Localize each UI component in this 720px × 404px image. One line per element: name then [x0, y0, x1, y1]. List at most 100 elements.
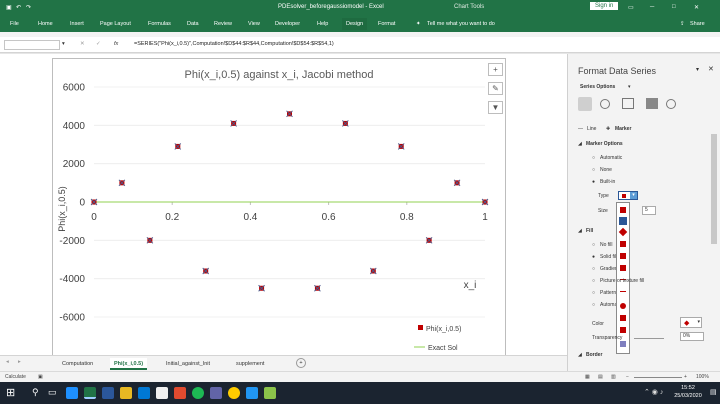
- pane-menu-icon[interactable]: ▾: [696, 66, 699, 73]
- marker-option-none[interactable]: [620, 327, 626, 333]
- marker-tab[interactable]: Marker: [615, 126, 631, 132]
- series-options-icon[interactable]: [646, 98, 658, 109]
- line-tab-icon[interactable]: —: [578, 126, 583, 132]
- chart-icon[interactable]: [666, 99, 676, 109]
- normal-view-icon[interactable]: ▦: [585, 374, 590, 380]
- radio-automatic-fill-label[interactable]: Automatic: [600, 302, 616, 308]
- marker-option-square[interactable]: [620, 207, 626, 213]
- data-point[interactable]: [425, 237, 433, 244]
- macro-record-icon[interactable]: ▣: [38, 374, 43, 380]
- cancel-icon[interactable]: ✕: [80, 41, 85, 47]
- data-point[interactable]: [342, 120, 349, 127]
- edge-icon[interactable]: [66, 387, 78, 399]
- data-point[interactable]: [146, 237, 154, 244]
- chart-plot[interactable]: Phi(x_i,0.5) against x_i, Jacobi method …: [53, 59, 505, 355]
- line-tab[interactable]: Line: [587, 126, 596, 132]
- namebox-dropdown-icon[interactable]: ▾: [62, 41, 65, 47]
- marker-option-plus[interactable]: [620, 315, 626, 321]
- radio-none-icon[interactable]: ○: [592, 167, 595, 173]
- chart-filters-button[interactable]: ▼: [488, 101, 503, 114]
- fill-color-picker[interactable]: ◆ ▾: [680, 317, 702, 328]
- pane-scrollbar[interactable]: [711, 134, 717, 244]
- share-icon[interactable]: ⇪: [680, 21, 685, 27]
- fill-header[interactable]: Fill: [586, 228, 593, 234]
- ribbon-display-icon[interactable]: ▭: [628, 4, 634, 11]
- transparency-stepper[interactable]: 0%: [680, 332, 704, 341]
- close-icon[interactable]: ✕: [694, 4, 699, 11]
- marker-option-short-dash[interactable]: [620, 291, 626, 292]
- size-properties-icon[interactable]: [622, 98, 634, 109]
- radio-builtin-icon[interactable]: ●: [592, 179, 595, 185]
- legend-line-label[interactable]: Exact Sol: [428, 345, 458, 352]
- y-axis-title[interactable]: Phi(x_i,0.5): [57, 186, 67, 232]
- series-options-dropdown[interactable]: Series Options: [580, 84, 615, 90]
- radio-gradient-fill-icon[interactable]: ○: [592, 266, 595, 272]
- tab-page-layout[interactable]: Page Layout: [100, 21, 131, 27]
- tab-design[interactable]: Design: [342, 18, 368, 30]
- maximize-icon[interactable]: □: [672, 4, 676, 10]
- tab-developer[interactable]: Developer: [275, 21, 300, 27]
- data-point[interactable]: [481, 198, 489, 206]
- mail-icon[interactable]: [138, 387, 150, 399]
- radio-solid-fill-icon[interactable]: ●: [592, 254, 595, 260]
- radio-pattern-fill-label[interactable]: Pattern fill: [600, 290, 616, 296]
- zoom-out-icon[interactable]: −: [626, 374, 629, 380]
- tab-view[interactable]: View: [248, 21, 260, 27]
- sheet-tab-initial[interactable]: Initial_against_Init: [162, 358, 214, 370]
- marker-option-selected[interactable]: [619, 217, 627, 225]
- fill-chevron-icon[interactable]: ◢: [578, 228, 582, 234]
- radio-builtin-label[interactable]: Built-in: [600, 179, 615, 185]
- data-point[interactable]: [453, 179, 461, 187]
- sheet-tab-supplement[interactable]: supplement: [232, 358, 268, 370]
- radio-solid-fill-label[interactable]: Solid fill: [600, 254, 616, 260]
- data-point[interactable]: [202, 267, 210, 275]
- data-point[interactable]: [230, 120, 237, 127]
- marker-options-chevron-icon[interactable]: ◢: [578, 141, 582, 147]
- task-view-icon[interactable]: ▭: [48, 387, 57, 398]
- data-point[interactable]: [118, 179, 126, 187]
- windows-start-icon[interactable]: ⊞: [6, 386, 15, 399]
- data-point[interactable]: [314, 284, 321, 292]
- legend-marker-label[interactable]: Phi(x_i,0.5): [426, 326, 461, 333]
- chart-title[interactable]: Phi(x_i,0.5) against x_i, Jacobi method: [185, 69, 374, 81]
- radio-pattern-fill-icon[interactable]: ○: [592, 290, 595, 296]
- tab-format[interactable]: Format: [378, 21, 395, 27]
- radio-none-label[interactable]: None: [600, 167, 612, 173]
- tab-scroll-left-icon[interactable]: ◂: [6, 359, 9, 365]
- radio-no-fill-label[interactable]: No fill: [600, 242, 616, 248]
- tell-me-search[interactable]: Tell me what you want to do: [427, 21, 495, 27]
- radio-gradient-fill-label[interactable]: Gradient fill: [600, 266, 616, 272]
- fill-line-icon[interactable]: [578, 97, 592, 111]
- zoom-slider[interactable]: [634, 377, 682, 378]
- radio-picture-fill-icon[interactable]: ○: [592, 278, 595, 284]
- data-point[interactable]: [397, 143, 405, 150]
- add-sheet-icon[interactable]: +: [296, 358, 306, 368]
- search-icon[interactable]: ⚲: [32, 387, 39, 398]
- pane-close-icon[interactable]: ✕: [708, 65, 714, 73]
- radio-automatic-label[interactable]: Automatic: [600, 155, 622, 161]
- formula-input[interactable]: =SERIES("Phi(x_i,0.5)",Computation!$D$44…: [134, 41, 334, 47]
- taskbar-time[interactable]: 15:52: [670, 385, 706, 391]
- app-icon-1[interactable]: [174, 387, 186, 399]
- marker-options-header[interactable]: Marker Options: [586, 141, 623, 147]
- sheet-tab-computation[interactable]: Computation: [58, 358, 97, 370]
- enter-icon[interactable]: ✓: [96, 41, 101, 47]
- chart-styles-button[interactable]: ✎: [488, 82, 503, 95]
- marker-tab-icon[interactable]: ✚: [606, 126, 610, 132]
- share-button[interactable]: Share: [690, 21, 705, 27]
- radio-no-fill-icon[interactable]: ○: [592, 242, 595, 248]
- marker-option-star[interactable]: [620, 265, 626, 271]
- tab-data[interactable]: Data: [187, 21, 199, 27]
- tab-home[interactable]: Home: [38, 21, 53, 27]
- effects-icon[interactable]: [600, 99, 610, 109]
- chart-elements-button[interactable]: +: [488, 63, 503, 76]
- chrome-icon[interactable]: [228, 387, 240, 399]
- transparency-slider[interactable]: [634, 338, 664, 339]
- sheet-tab-phi[interactable]: Phi(x_i,0.5): [110, 358, 148, 370]
- page-break-view-icon[interactable]: ▥: [611, 374, 616, 380]
- excel-icon[interactable]: [84, 387, 96, 399]
- system-tray-icons[interactable]: ⌃ ◉ ♪: [644, 388, 663, 396]
- tab-help[interactable]: Help: [317, 21, 328, 27]
- marker-option-triangle[interactable]: [620, 241, 626, 247]
- name-box[interactable]: [4, 40, 60, 50]
